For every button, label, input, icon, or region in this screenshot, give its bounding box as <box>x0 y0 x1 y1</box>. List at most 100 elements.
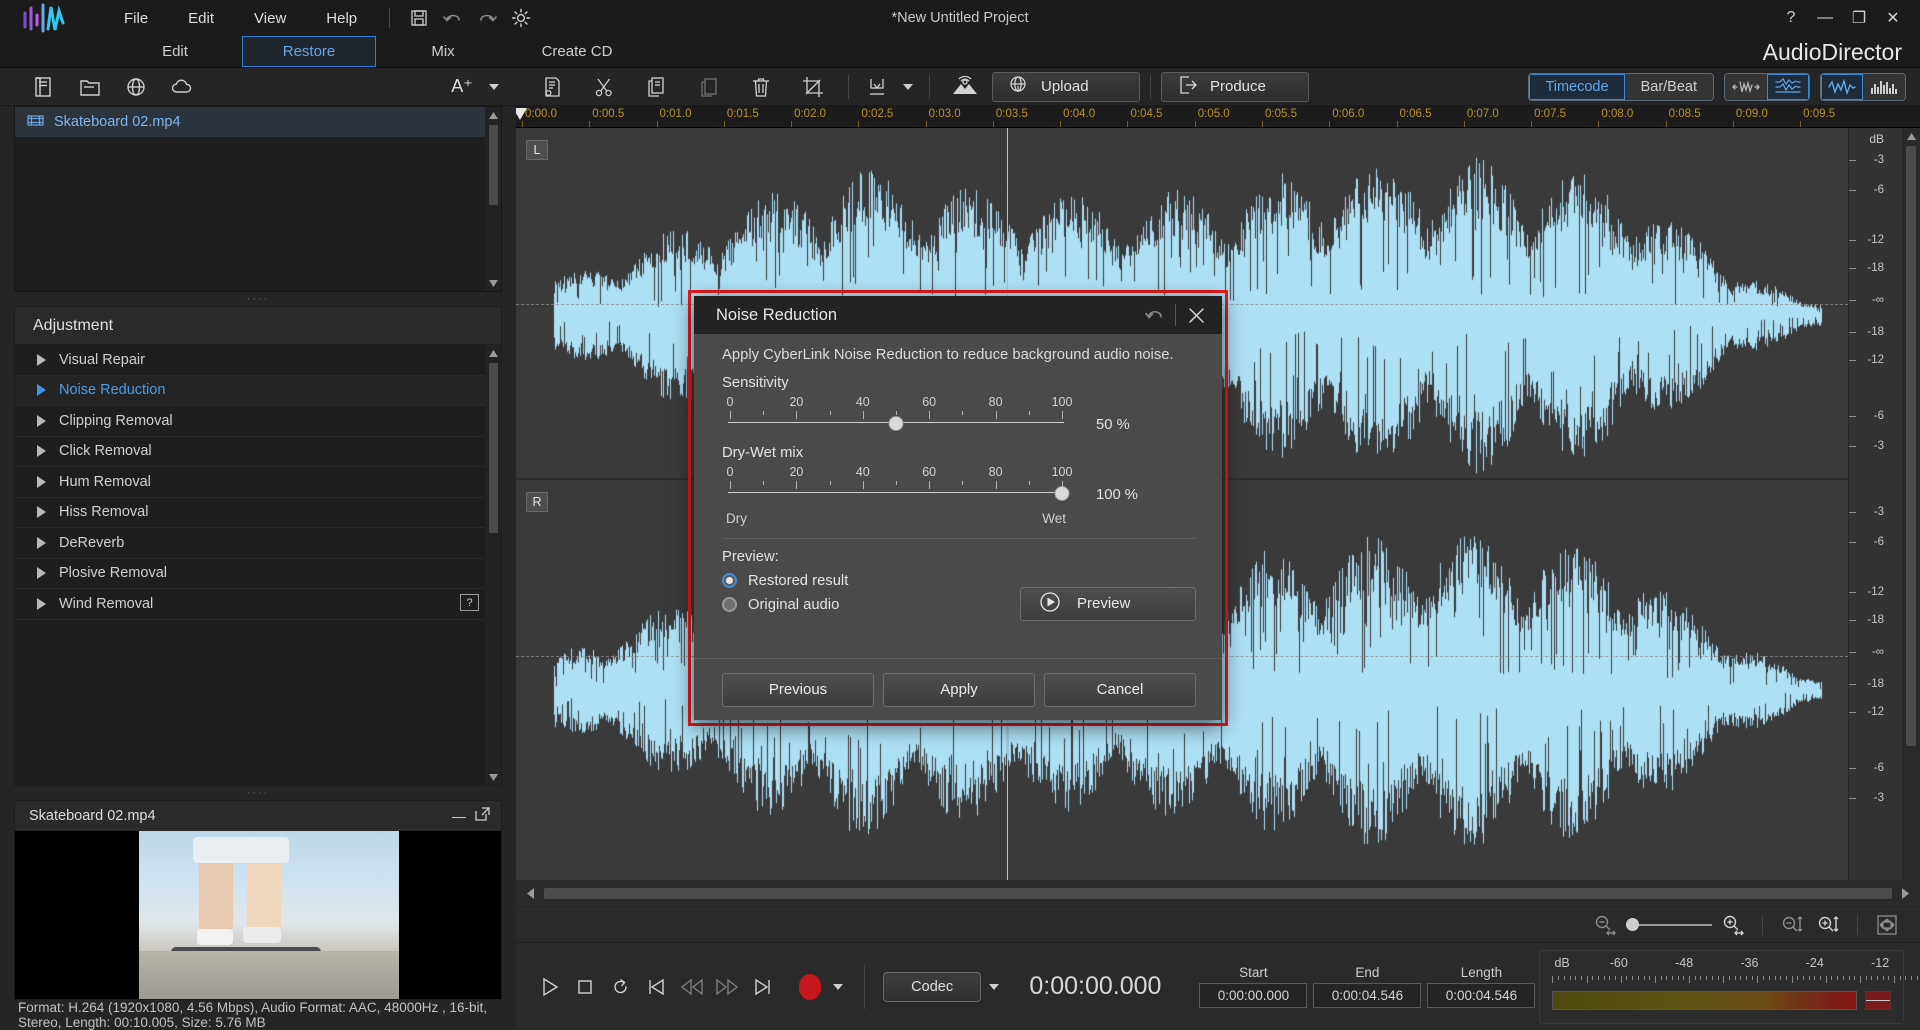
chevron-down-icon[interactable] <box>486 71 502 103</box>
font-size-icon[interactable]: A⁺ <box>440 71 484 103</box>
loop-icon[interactable] <box>605 968 636 1006</box>
radio-icon[interactable] <box>722 573 737 588</box>
meter-clip-indicator[interactable] <box>1865 991 1891 1010</box>
preview-resize-grip[interactable]: ···· <box>0 786 516 800</box>
fast-forward-icon[interactable] <box>711 968 742 1006</box>
video-preview-frame[interactable] <box>15 831 501 999</box>
minimize-button[interactable]: — <box>1808 3 1842 33</box>
codec-button[interactable]: Codec <box>883 972 981 1002</box>
scroll-up-icon[interactable] <box>1903 128 1919 144</box>
paste-icon[interactable] <box>684 71 734 103</box>
panel-resize-grip[interactable]: ···· <box>0 292 516 306</box>
sensitivity-slider[interactable]: 020406080100 <box>722 395 1070 439</box>
zoom-out-horizontal-icon[interactable] <box>1590 911 1620 939</box>
menu-file[interactable]: File <box>104 4 168 33</box>
channel-label-left[interactable]: L <box>526 140 548 160</box>
scroll-down-icon[interactable] <box>485 769 501 785</box>
tab-mix[interactable]: Mix <box>376 36 510 67</box>
scroll-right-icon[interactable] <box>1896 884 1914 902</box>
previous-button[interactable]: Previous <box>722 673 874 707</box>
trash-icon[interactable] <box>736 71 786 103</box>
play-icon[interactable] <box>534 968 565 1006</box>
preview-button[interactable]: Preview <box>1020 587 1196 621</box>
produce-button[interactable]: Produce <box>1161 72 1309 102</box>
record-icon[interactable] <box>794 968 825 1006</box>
sidebar-item-wind-removal[interactable]: Wind Removal ? <box>15 589 501 620</box>
barbeat-button[interactable]: Bar/Beat <box>1625 74 1713 100</box>
scroll-left-icon[interactable] <box>522 884 540 902</box>
insert-icon[interactable] <box>859 71 895 103</box>
close-button[interactable]: ✕ <box>1876 3 1910 33</box>
zoom-in-horizontal-icon[interactable] <box>1718 911 1748 939</box>
codec-chevron-down-icon[interactable] <box>985 968 1003 1006</box>
adjustment-scrollbar[interactable] <box>485 345 501 785</box>
chevron-down-icon[interactable] <box>897 71 919 103</box>
zoom-out-vertical-icon[interactable] <box>1777 911 1807 939</box>
cloud-icon[interactable] <box>160 71 204 103</box>
timeline-ruler[interactable]: 0:00.00:00.50:01.00:01.50:02.00:02.50:03… <box>516 106 1920 128</box>
scroll-down-icon[interactable] <box>485 275 501 291</box>
settings-gear-icon[interactable] <box>504 4 538 32</box>
waveform-horizontal-icon[interactable] <box>1725 74 1767 100</box>
spectrum-icon[interactable] <box>1863 74 1905 100</box>
sidebar-item-click-removal[interactable]: Click Removal <box>15 437 501 468</box>
redo-icon[interactable] <box>470 4 504 32</box>
sensitivity-knob[interactable] <box>889 416 904 431</box>
zoom-slider-knob[interactable] <box>1626 918 1639 931</box>
media-list-scrollbar[interactable] <box>485 107 501 291</box>
go-to-end-icon[interactable] <box>747 968 778 1006</box>
go-to-start-icon[interactable] <box>640 968 671 1006</box>
zoom-in-vertical-icon[interactable] <box>1813 911 1843 939</box>
fit-icon[interactable] <box>1872 911 1902 939</box>
cancel-button[interactable]: Cancel <box>1044 673 1196 707</box>
drywet-slider[interactable]: 020406080100 <box>722 465 1070 509</box>
menu-help[interactable]: Help <box>306 4 377 33</box>
undo-icon[interactable] <box>436 4 470 32</box>
maximize-button[interactable]: ❐ <box>1842 3 1876 33</box>
scissors-icon[interactable] <box>580 71 630 103</box>
copy-icon[interactable] <box>632 71 682 103</box>
upload-button[interactable]: Upload <box>992 72 1140 102</box>
end-value[interactable]: 0:00:04.546 <box>1313 983 1421 1008</box>
close-icon[interactable] <box>1178 298 1214 332</box>
media-list[interactable]: Skateboard 02.mp4 <box>14 106 502 292</box>
crop-icon[interactable] <box>788 71 838 103</box>
document-settings-icon[interactable] <box>528 71 578 103</box>
radio-restored-result[interactable]: Restored result <box>722 573 1020 589</box>
save-icon[interactable] <box>402 4 436 32</box>
list-item[interactable]: Skateboard 02.mp4 <box>15 107 501 137</box>
record-globe-icon[interactable] <box>114 71 158 103</box>
start-value[interactable]: 0:00:00.000 <box>1199 983 1307 1008</box>
reset-arrow-icon[interactable] <box>1137 298 1173 332</box>
minimize-icon[interactable]: — <box>452 808 466 824</box>
timecode-button[interactable]: Timecode <box>1529 74 1624 100</box>
sidebar-item-hum-removal[interactable]: Hum Removal <box>15 467 501 498</box>
waveform-vertical-scrollbar[interactable] <box>1902 128 1920 880</box>
radio-icon[interactable] <box>722 597 737 612</box>
channel-label-right[interactable]: R <box>526 492 548 512</box>
sidebar-item-visual-repair[interactable]: Visual Repair <box>15 345 501 376</box>
sidebar-item-clipping-removal[interactable]: Clipping Removal <box>15 406 501 437</box>
waveform-multi-icon[interactable] <box>1767 74 1809 100</box>
expand-icon[interactable] <box>474 806 491 826</box>
sidebar-item-noise-reduction[interactable]: Noise Reduction <box>15 376 501 407</box>
record-options-chevron-down-icon[interactable] <box>830 968 847 1006</box>
apply-button[interactable]: Apply <box>883 673 1035 707</box>
sidebar-item-plosive-removal[interactable]: Plosive Removal <box>15 559 501 590</box>
drywet-knob[interactable] <box>1055 486 1070 501</box>
help-button[interactable]: ? <box>1774 3 1808 33</box>
length-value[interactable]: 0:00:04.546 <box>1427 983 1535 1008</box>
sidebar-item-hiss-removal[interactable]: Hiss Removal <box>15 498 501 529</box>
hscroll-track[interactable] <box>544 888 1892 899</box>
menu-edit[interactable]: Edit <box>168 4 234 33</box>
mix-master-icon[interactable] <box>940 71 990 103</box>
scroll-up-icon[interactable] <box>485 345 501 361</box>
zoom-slider[interactable] <box>1626 918 1712 932</box>
import-folder-icon[interactable] <box>68 71 112 103</box>
menu-view[interactable]: View <box>234 4 306 33</box>
stop-icon[interactable] <box>569 968 600 1006</box>
import-media-icon[interactable] <box>22 71 66 103</box>
radio-original-audio[interactable]: Original audio <box>722 597 1020 613</box>
tab-restore[interactable]: Restore <box>242 36 376 67</box>
tab-edit[interactable]: Edit <box>108 36 242 67</box>
